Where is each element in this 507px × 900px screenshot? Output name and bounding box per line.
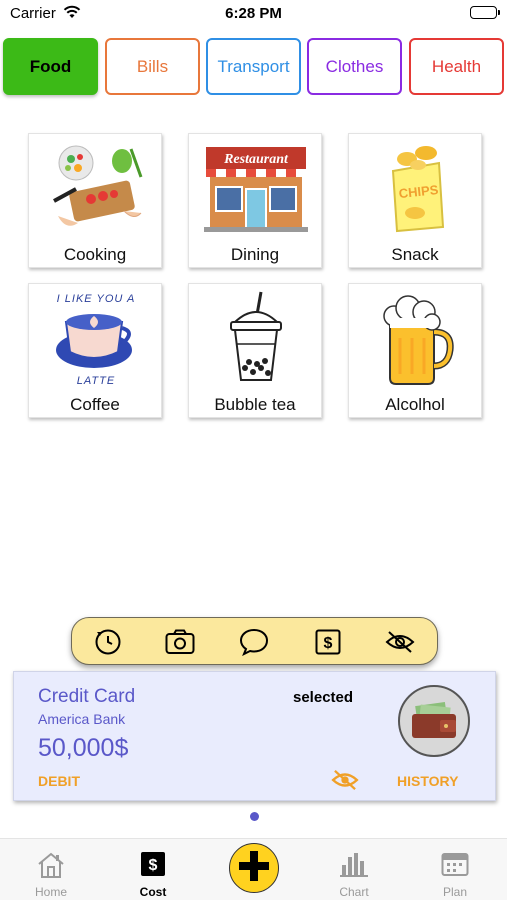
clock: 6:28 PM bbox=[225, 5, 282, 22]
bubble-tea-icon bbox=[189, 284, 323, 392]
tab-label: Health bbox=[431, 56, 482, 76]
item-dining[interactable]: Restaurant Dining bbox=[188, 133, 322, 268]
restaurant-sign: Restaurant bbox=[223, 152, 289, 167]
item-bubble-tea[interactable]: Bubble tea bbox=[188, 283, 322, 418]
selected-label: selected bbox=[293, 689, 354, 706]
item-label: Cooking bbox=[63, 245, 127, 264]
hide-balance-icon[interactable] bbox=[331, 769, 359, 796]
action-toolbar: $ bbox=[71, 617, 438, 665]
comment-icon[interactable] bbox=[239, 627, 269, 657]
battery-icon bbox=[470, 6, 500, 19]
bar-chart-icon bbox=[314, 851, 394, 877]
wallet-bank: America Bank bbox=[38, 711, 126, 727]
nav-cost[interactable]: $ Cost bbox=[113, 849, 193, 899]
tab-health[interactable]: Health bbox=[409, 38, 504, 95]
nav-plan[interactable]: Plan bbox=[415, 849, 495, 899]
nav-label: Home bbox=[34, 885, 67, 899]
wallet-balance: 50,000$ bbox=[38, 734, 129, 762]
restaurant-icon: Restaurant bbox=[189, 134, 323, 242]
chips-icon: CHIPS bbox=[349, 134, 483, 242]
history-button[interactable]: HISTORY bbox=[397, 773, 458, 789]
camera-icon[interactable] bbox=[165, 627, 195, 657]
svg-text:$: $ bbox=[149, 857, 158, 874]
nav-label: Cost bbox=[139, 885, 167, 899]
tab-clothes[interactable]: Clothes bbox=[307, 38, 402, 95]
item-label: Bubble tea bbox=[214, 395, 296, 414]
category-tabs: Food Bills Transport Clothes Health bbox=[3, 38, 505, 96]
item-coffee[interactable]: I LIKE YOU A LATTE Coffee bbox=[28, 283, 162, 418]
page-indicator bbox=[250, 812, 259, 821]
hide-icon[interactable] bbox=[385, 627, 415, 657]
wallet-type: DEBIT bbox=[38, 773, 80, 789]
wallet-card[interactable]: Credit Card America Bank 50,000$ DEBIT s… bbox=[13, 671, 496, 801]
wallet-name: Credit Card bbox=[38, 686, 136, 707]
tab-transport[interactable]: Transport bbox=[206, 38, 301, 95]
calendar-icon bbox=[415, 851, 495, 877]
category-grid: Cooking Restaurant Dining CHIPS Snack I … bbox=[28, 133, 482, 418]
home-icon bbox=[11, 851, 91, 879]
status-bar: Carrier 6:28 PM bbox=[0, 0, 507, 30]
tab-food[interactable]: Food bbox=[3, 38, 98, 95]
beer-icon bbox=[349, 284, 483, 392]
nav-label: Plan bbox=[442, 885, 468, 899]
item-label: Coffee bbox=[70, 395, 120, 414]
latte-text-top: I LIKE YOU A bbox=[57, 293, 136, 305]
tab-label: Transport bbox=[217, 56, 290, 76]
wallet-icon bbox=[398, 685, 470, 757]
tab-bills[interactable]: Bills bbox=[105, 38, 200, 95]
nav-chart[interactable]: Chart bbox=[314, 849, 394, 899]
tab-label: Food bbox=[29, 56, 72, 76]
plus-icon bbox=[237, 849, 271, 888]
dollar-icon[interactable]: $ bbox=[313, 627, 343, 657]
tab-label: Clothes bbox=[325, 56, 384, 76]
latte-text-bottom: LATTE bbox=[77, 375, 115, 387]
item-alcohol[interactable]: Alcolhol bbox=[348, 283, 482, 418]
item-label: Snack bbox=[391, 245, 439, 264]
svg-text:$: $ bbox=[324, 635, 333, 652]
dollar-square-icon: $ bbox=[113, 851, 193, 877]
history-icon[interactable] bbox=[93, 627, 123, 657]
tab-label: Bills bbox=[136, 56, 169, 76]
nav-home[interactable]: Home bbox=[11, 849, 91, 899]
item-cooking[interactable]: Cooking bbox=[28, 133, 162, 268]
item-label: Alcolhol bbox=[385, 395, 445, 414]
cooking-icon bbox=[29, 134, 163, 242]
nav-label: Chart bbox=[339, 885, 369, 899]
item-snack[interactable]: CHIPS Snack bbox=[348, 133, 482, 268]
item-label: Dining bbox=[230, 245, 280, 264]
latte-icon: I LIKE YOU A LATTE bbox=[29, 284, 163, 392]
add-expense-button[interactable] bbox=[229, 843, 279, 893]
